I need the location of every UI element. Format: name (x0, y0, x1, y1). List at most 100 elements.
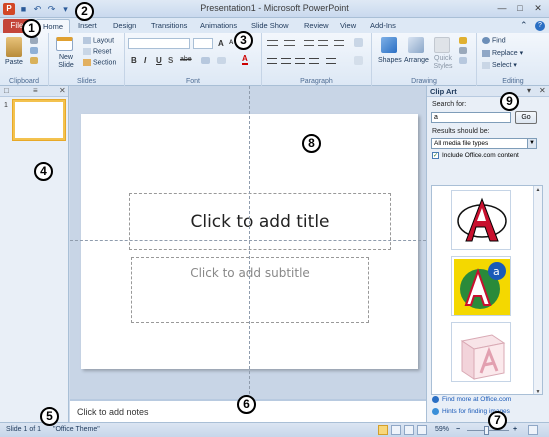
subtitle-placeholder[interactable]: Click to add subtitle (131, 257, 369, 323)
section-button[interactable]: Section (83, 59, 116, 66)
change-case-icon[interactable] (217, 57, 226, 64)
fit-to-window-icon[interactable] (528, 425, 538, 435)
tab-insert[interactable]: Insert (78, 21, 97, 30)
shape-fill-icon[interactable] (459, 37, 467, 44)
tab-slide-show[interactable]: Slide Show (251, 21, 289, 30)
tab-home[interactable]: Home (36, 19, 71, 33)
text-direction-icon[interactable] (354, 38, 363, 47)
format-painter-icon[interactable] (30, 57, 38, 64)
notes-placeholder[interactable]: Click to add notes (77, 407, 149, 417)
tab-animations[interactable]: Animations (200, 21, 237, 30)
zoom-slider-knob[interactable] (484, 426, 489, 435)
slide-thumbnail[interactable] (13, 100, 65, 140)
shapes-button[interactable]: Shapes (378, 57, 402, 64)
arrange-button[interactable]: Arrange (404, 57, 429, 64)
theme-name[interactable]: "Office Theme" (53, 426, 100, 433)
clip-art-item[interactable] (451, 322, 511, 382)
reading-view-icon[interactable] (404, 425, 414, 435)
include-office-checkbox[interactable]: ✓ (432, 152, 439, 159)
callout-5: 5 (40, 407, 59, 426)
font-name-combo[interactable] (128, 38, 190, 49)
cut-icon[interactable] (30, 37, 38, 44)
tab-add-ins[interactable]: Add-Ins (370, 21, 396, 30)
justify-icon[interactable] (309, 58, 319, 64)
quick-styles-icon[interactable] (434, 37, 450, 53)
paste-button[interactable]: Paste (5, 59, 23, 66)
clip-art-item[interactable] (451, 190, 511, 250)
find-more-link[interactable]: Find more at Office.com (432, 396, 511, 403)
slide-sorter-view-icon[interactable] (391, 425, 401, 435)
pane-options-icon[interactable]: ▾ (527, 86, 531, 95)
line-spacing-icon[interactable] (334, 40, 344, 46)
include-office-checkbox-row[interactable]: ✓ Include Office.com content (432, 152, 519, 159)
bold-button[interactable]: B (131, 56, 137, 65)
clip-art-item[interactable]: a (451, 256, 511, 316)
align-center-icon[interactable] (281, 58, 291, 64)
font-color-icon[interactable]: A (242, 55, 248, 65)
close-clip-art-icon[interactable]: ✕ (539, 86, 546, 95)
shape-outline-icon[interactable] (459, 47, 467, 54)
grow-font-icon[interactable]: A (218, 39, 224, 48)
group-editing: Find Replace ▾ Select ▾ Editing (477, 33, 549, 86)
font-size-combo[interactable] (193, 38, 213, 49)
close-icon[interactable]: ✕ (531, 2, 545, 14)
media-type-select[interactable]: All media file types ▼ (431, 138, 537, 149)
numbering-icon[interactable] (284, 40, 295, 46)
close-pane-icon[interactable]: ✕ (59, 86, 66, 95)
reset-button[interactable]: Reset (83, 48, 111, 55)
clip-art-header: Clip Art ▾ ✕ (427, 86, 549, 97)
new-slide-button[interactable]: New Slide (55, 54, 77, 70)
normal-view-icon[interactable] (378, 425, 388, 435)
clip-art-results: a ▲ ▼ (431, 185, 543, 395)
align-left-icon[interactable] (267, 58, 277, 64)
underline-button[interactable]: U (156, 56, 162, 65)
columns-icon[interactable] (326, 58, 336, 64)
callout-8: 8 (302, 134, 321, 153)
search-input[interactable]: a (431, 112, 511, 123)
tab-view[interactable]: View (340, 21, 356, 30)
strikethrough-button[interactable]: abe (180, 56, 192, 63)
zoom-in-icon[interactable]: + (513, 426, 517, 433)
character-spacing-icon[interactable] (201, 57, 210, 64)
quick-styles-button[interactable]: Quick Styles (432, 55, 454, 71)
slides-tab-icon[interactable]: □ (4, 86, 9, 95)
shape-effects-icon[interactable] (459, 57, 467, 64)
arrange-icon[interactable] (408, 37, 424, 53)
align-right-icon[interactable] (295, 58, 305, 64)
smartart-icon[interactable] (354, 56, 363, 65)
slide-show-view-icon[interactable] (417, 425, 427, 435)
increase-indent-icon[interactable] (318, 40, 328, 46)
go-button[interactable]: Go (515, 111, 537, 124)
bullets-icon[interactable] (267, 40, 278, 46)
decrease-indent-icon[interactable] (304, 40, 314, 46)
tab-review[interactable]: Review (304, 21, 329, 30)
outline-tab-icon[interactable]: ≡ (33, 86, 38, 95)
new-slide-icon[interactable] (56, 37, 73, 51)
layout-button[interactable]: Layout (83, 37, 114, 44)
shrink-font-icon[interactable]: A (229, 40, 233, 46)
paste-icon[interactable] (6, 37, 22, 57)
vertical-guide[interactable] (249, 86, 250, 399)
results-scrollbar[interactable]: ▲ ▼ (533, 186, 542, 394)
scroll-up-icon[interactable]: ▲ (534, 186, 542, 194)
scroll-down-icon[interactable]: ▼ (534, 388, 542, 394)
chevron-down-icon[interactable]: ▼ (527, 139, 536, 148)
copy-icon[interactable] (30, 47, 38, 54)
shapes-icon[interactable] (381, 37, 397, 53)
shadow-button[interactable]: S (168, 56, 173, 65)
maximize-icon[interactable]: □ (513, 2, 527, 14)
select-button[interactable]: Select ▾ (482, 61, 517, 69)
tab-transitions[interactable]: Transitions (151, 21, 187, 30)
find-button[interactable]: Find (482, 37, 506, 44)
slide-workspace[interactable]: Click to add title Click to add subtitle (70, 86, 426, 399)
tab-design[interactable]: Design (113, 21, 136, 30)
horizontal-guide[interactable] (70, 240, 426, 241)
minimize-ribbon-icon[interactable]: ⌃ (520, 20, 528, 31)
replace-button[interactable]: Replace ▾ (482, 49, 523, 57)
italic-button[interactable]: I (144, 56, 146, 65)
minimize-icon[interactable]: — (495, 2, 509, 14)
help-icon[interactable]: ? (535, 21, 545, 31)
zoom-out-icon[interactable]: − (456, 426, 460, 433)
zoom-level[interactable]: 59% (435, 426, 449, 433)
title-placeholder[interactable]: Click to add title (129, 193, 391, 250)
